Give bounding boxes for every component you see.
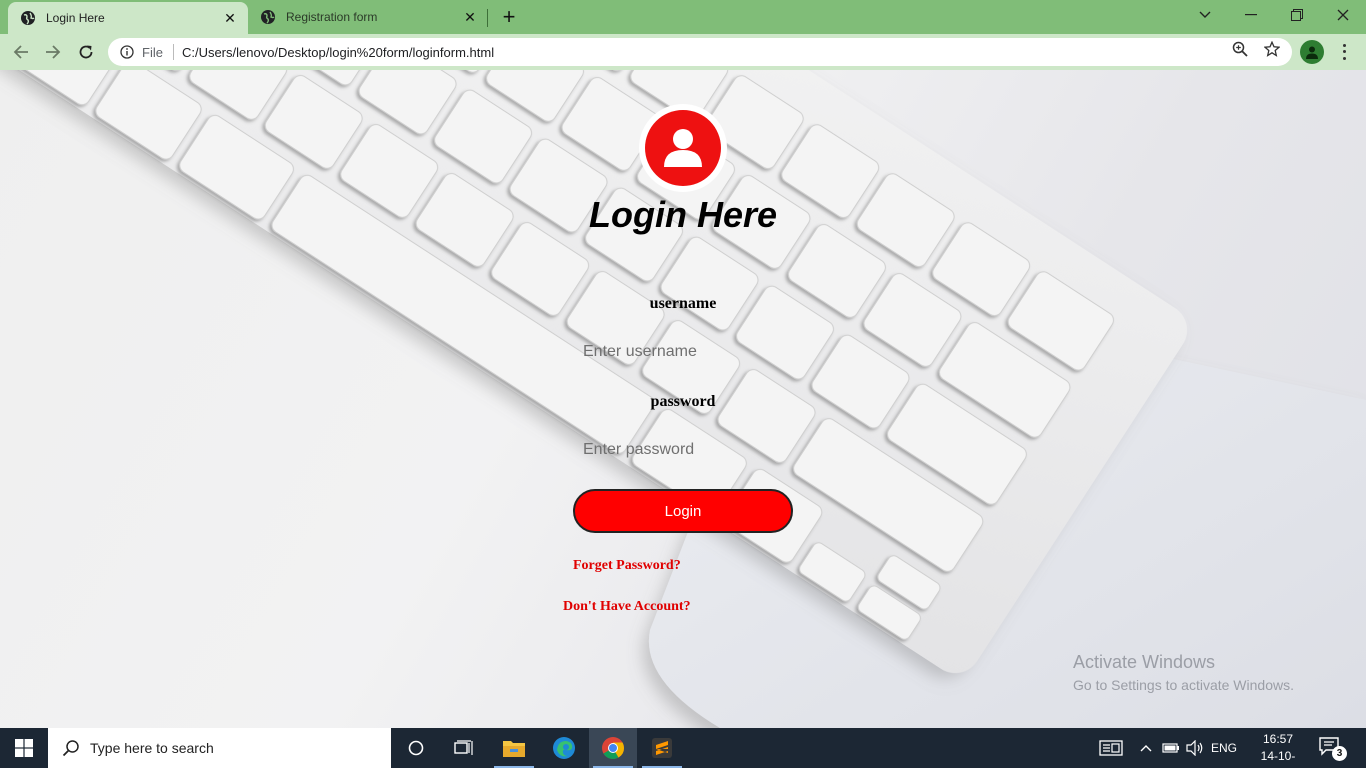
close-tab-icon[interactable]: ✕ [220, 8, 240, 28]
profile-avatar-icon[interactable] [1300, 40, 1324, 64]
activate-windows-subtitle: Go to Settings to activate Windows. [1073, 677, 1294, 693]
address-bar[interactable]: File C:/Users/lenovo/Desktop/login%20for… [108, 38, 1292, 66]
tab-login-here[interactable]: Login Here ✕ [8, 2, 248, 34]
user-avatar [639, 104, 727, 192]
reload-icon[interactable] [75, 41, 97, 63]
page-title: Login Here [588, 194, 777, 235]
forward-arrow-icon[interactable] [42, 41, 64, 63]
cortana-icon[interactable] [392, 728, 440, 768]
forget-password-link[interactable]: Forget Password? [573, 558, 681, 574]
zoom-icon[interactable] [1232, 41, 1248, 57]
clock-date: 14-10-2021 [1260, 749, 1296, 768]
username-input[interactable] [578, 337, 788, 367]
activate-windows-title: Activate Windows [1073, 652, 1216, 672]
globe-icon [21, 11, 35, 25]
tab-registration-form[interactable]: Registration form ✕ [248, 0, 488, 34]
tab-search-chevron-icon[interactable] [1182, 0, 1228, 30]
notification-center-icon[interactable]: 3 [1318, 736, 1347, 762]
volume-icon[interactable] [1184, 728, 1206, 768]
taskbar: Type here to search ENG 16:57 14-10- 3 [0, 728, 1366, 768]
windows-start-icon[interactable] [0, 728, 48, 768]
sublime-text-icon[interactable] [638, 728, 686, 768]
page-viewport: Login Here username password Login Forge… [0, 70, 1366, 728]
minimize-button[interactable] [1228, 0, 1274, 30]
close-tab-icon[interactable]: ✕ [460, 7, 480, 27]
search-icon [62, 740, 79, 757]
tab-title: Login Here [46, 11, 105, 25]
new-tab-button[interactable]: + [498, 4, 520, 29]
address-divider [172, 44, 174, 60]
tray-chevron-up-icon[interactable] [1136, 728, 1156, 768]
language-indicator[interactable]: ENG [1208, 728, 1240, 768]
taskbar-search-box[interactable]: Type here to search [48, 728, 391, 768]
user-icon [664, 129, 702, 167]
tab-divider [487, 9, 488, 27]
clock-time: 16:57 [1262, 732, 1294, 746]
login-button[interactable]: Login [573, 489, 793, 533]
restore-button[interactable] [1274, 0, 1320, 30]
battery-icon[interactable] [1160, 728, 1182, 768]
task-view-icon[interactable] [440, 728, 488, 768]
taskbar-search-placeholder: Type here to search [90, 740, 214, 756]
info-icon[interactable] [120, 45, 134, 59]
login-form: Login Here username password Login Forge… [0, 70, 1366, 728]
edge-browser-icon[interactable] [540, 728, 588, 768]
no-account-link[interactable]: Don't Have Account? [563, 599, 691, 615]
tab-title: Registration form [286, 10, 378, 24]
url-text[interactable]: C:/Users/lenovo/Desktop/login%20form/log… [182, 45, 1292, 60]
close-window-button[interactable] [1320, 0, 1366, 30]
back-arrow-icon[interactable] [10, 41, 32, 63]
browser-toolbar: File C:/Users/lenovo/Desktop/login%20for… [0, 34, 1366, 70]
news-widget-icon[interactable] [1094, 728, 1128, 768]
username-label: username [649, 295, 717, 312]
browser-tab-strip: Login Here ✕ Registration form ✕ + [0, 0, 1366, 34]
chrome-browser-icon[interactable] [589, 728, 637, 768]
protocol-label: File [142, 44, 163, 60]
bookmark-star-icon[interactable] [1264, 41, 1280, 57]
notification-count-badge: 3 [1332, 746, 1347, 761]
file-explorer-icon[interactable] [490, 728, 538, 768]
globe-icon [261, 10, 275, 24]
system-clock[interactable]: 16:57 14-10-2021 [1252, 731, 1304, 768]
password-input[interactable] [578, 435, 788, 465]
password-label: password [650, 393, 716, 410]
browser-menu-icon[interactable] [1336, 42, 1352, 62]
